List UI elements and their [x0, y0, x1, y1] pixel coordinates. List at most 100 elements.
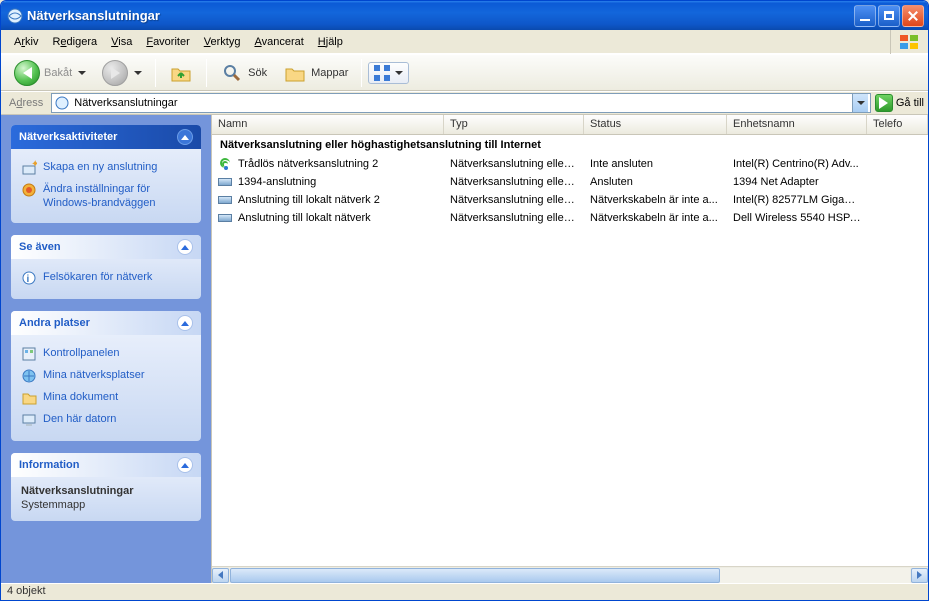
search-icon — [220, 61, 244, 85]
connection-device: Intel(R) 82577LM Gigabit... — [727, 194, 867, 206]
connection-row[interactable]: Anslutning till lokalt nätverkNätverksan… — [212, 209, 928, 227]
group-header: Nätverksanslutning eller höghastighetsan… — [212, 135, 928, 155]
network-places-icon — [21, 368, 37, 384]
connection-status: Nätverkskabeln är inte a... — [584, 212, 727, 224]
toolbar-separator — [206, 59, 207, 87]
connection-name: 1394-anslutning — [238, 176, 316, 188]
window-title: Nätverksanslutningar — [27, 8, 854, 23]
folders-button[interactable]: Mappar — [276, 57, 355, 89]
scroll-thumb[interactable] — [230, 568, 720, 583]
connection-status: Inte ansluten — [584, 158, 727, 170]
connection-type: Nätverksanslutning eller ... — [444, 158, 584, 170]
connection-type: Nätverksanslutning eller ... — [444, 194, 584, 206]
menu-advanced[interactable]: Avancerat — [247, 33, 310, 51]
tasks-sidebar: Nätverksaktiviteter ✦ Skapa en ny anslut… — [1, 115, 211, 583]
horizontal-scrollbar[interactable] — [212, 566, 928, 583]
connection-name: Anslutning till lokalt nätverk 2 — [238, 194, 380, 206]
column-type[interactable]: Typ — [444, 115, 584, 134]
lan-icon — [218, 212, 234, 224]
folder-up-icon — [169, 61, 193, 85]
info-icon: i — [21, 270, 37, 286]
forward-button[interactable] — [95, 56, 149, 90]
link-my-documents[interactable]: Mina dokument — [21, 387, 191, 409]
lan-icon — [218, 194, 234, 206]
views-button[interactable] — [368, 62, 409, 84]
menu-tools[interactable]: Verktyg — [197, 33, 248, 51]
link-network-troubleshooter[interactable]: i Felsökaren för nätverk — [21, 267, 191, 289]
menu-favorites[interactable]: Favoriter — [139, 33, 196, 51]
column-name[interactable]: Namn — [212, 115, 444, 134]
up-button[interactable] — [162, 57, 200, 89]
panel-information: Information Nätverksanslutningar Systemm… — [11, 453, 201, 521]
control-panel-icon — [21, 346, 37, 362]
menu-view[interactable]: Visa — [104, 33, 139, 51]
windows-flag-icon — [890, 30, 926, 54]
link-network-places[interactable]: Mina nätverksplatser — [21, 365, 191, 387]
maximize-button[interactable] — [878, 5, 900, 27]
collapse-icon — [177, 457, 193, 473]
connection-type: Nätverksanslutning eller ... — [444, 176, 584, 188]
connection-device: 1394 Net Adapter — [727, 176, 867, 188]
address-field[interactable]: Nätverksanslutningar — [51, 93, 871, 113]
info-heading: Nätverksanslutningar — [21, 485, 191, 497]
address-dropdown[interactable] — [852, 94, 868, 112]
panel-header[interactable]: Information — [11, 453, 201, 477]
connection-row[interactable]: Trådlös nätverksanslutning 2Nätverksansl… — [212, 155, 928, 173]
task-firewall-settings[interactable]: Ändra inställningar för Windows-brandväg… — [21, 179, 191, 213]
go-button[interactable]: Gå till — [875, 94, 924, 112]
collapse-icon — [177, 239, 193, 255]
column-headers: Namn Typ Status Enhetsnamn Telefo — [212, 115, 928, 135]
documents-icon — [21, 390, 37, 406]
column-telefon[interactable]: Telefo — [867, 115, 928, 134]
statusbar: 4 objekt — [1, 583, 928, 600]
collapse-icon — [177, 129, 193, 145]
list-view: Namn Typ Status Enhetsnamn Telefo Nätver… — [211, 115, 928, 583]
go-arrow-icon — [875, 94, 893, 112]
info-subtext: Systemmapp — [21, 499, 191, 511]
search-button[interactable]: Sök — [213, 57, 274, 89]
folders-icon — [283, 61, 307, 85]
connection-device: Dell Wireless 5540 HSPA ... — [727, 212, 867, 224]
svg-text:i: i — [27, 274, 30, 285]
panel-other-places: Andra platser Kontrollpanelen Mina nätve… — [11, 311, 201, 441]
toolbar: Bakåt Sök Mappar — [1, 54, 928, 91]
column-device[interactable]: Enhetsnamn — [727, 115, 867, 134]
connection-status: Ansluten — [584, 176, 727, 188]
toolbar-separator — [361, 59, 362, 87]
link-my-computer[interactable]: Den här datorn — [21, 409, 191, 431]
menubar: Arkiv Redigera Visa Favoriter Verktyg Av… — [1, 30, 928, 54]
app-icon — [7, 8, 23, 24]
back-button[interactable]: Bakåt — [7, 56, 93, 90]
collapse-icon — [177, 315, 193, 331]
close-button[interactable] — [902, 5, 924, 27]
panel-header[interactable]: Nätverksaktiviteter — [11, 125, 201, 149]
connection-type: Nätverksanslutning eller ... — [444, 212, 584, 224]
scroll-track[interactable] — [230, 568, 910, 583]
addressbar: Adress Nätverksanslutningar Gå till — [1, 91, 928, 115]
menu-file[interactable]: Arkiv — [7, 33, 45, 51]
panel-header[interactable]: Se även — [11, 235, 201, 259]
forward-arrow-icon — [102, 60, 128, 86]
toolbar-separator — [155, 59, 156, 87]
menu-edit[interactable]: Redigera — [45, 33, 104, 51]
scroll-right-button[interactable] — [911, 568, 928, 583]
connection-row[interactable]: Anslutning till lokalt nätverk 2 Nätverks… — [212, 191, 928, 209]
connection-status: Nätverkskabeln är inte a... — [584, 194, 727, 206]
views-icon — [374, 65, 390, 81]
svg-text:✦: ✦ — [31, 160, 37, 170]
panel-network-tasks: Nätverksaktiviteter ✦ Skapa en ny anslut… — [11, 125, 201, 223]
network-connections-icon — [54, 95, 70, 111]
address-value: Nätverksanslutningar — [74, 97, 852, 109]
link-control-panel[interactable]: Kontrollpanelen — [21, 343, 191, 365]
scroll-left-button[interactable] — [212, 568, 229, 583]
column-status[interactable]: Status — [584, 115, 727, 134]
firewall-icon — [21, 182, 37, 198]
connection-device: Intel(R) Centrino(R) Adv... — [727, 158, 867, 170]
task-create-connection[interactable]: ✦ Skapa en ny anslutning — [21, 157, 191, 179]
titlebar: Nätverksanslutningar — [1, 1, 928, 30]
connection-row[interactable]: 1394-anslutning Nätverksanslutning eller … — [212, 173, 928, 191]
menu-help[interactable]: Hjälp — [311, 33, 350, 51]
back-arrow-icon — [14, 60, 40, 86]
minimize-button[interactable] — [854, 5, 876, 27]
panel-header[interactable]: Andra platser — [11, 311, 201, 335]
